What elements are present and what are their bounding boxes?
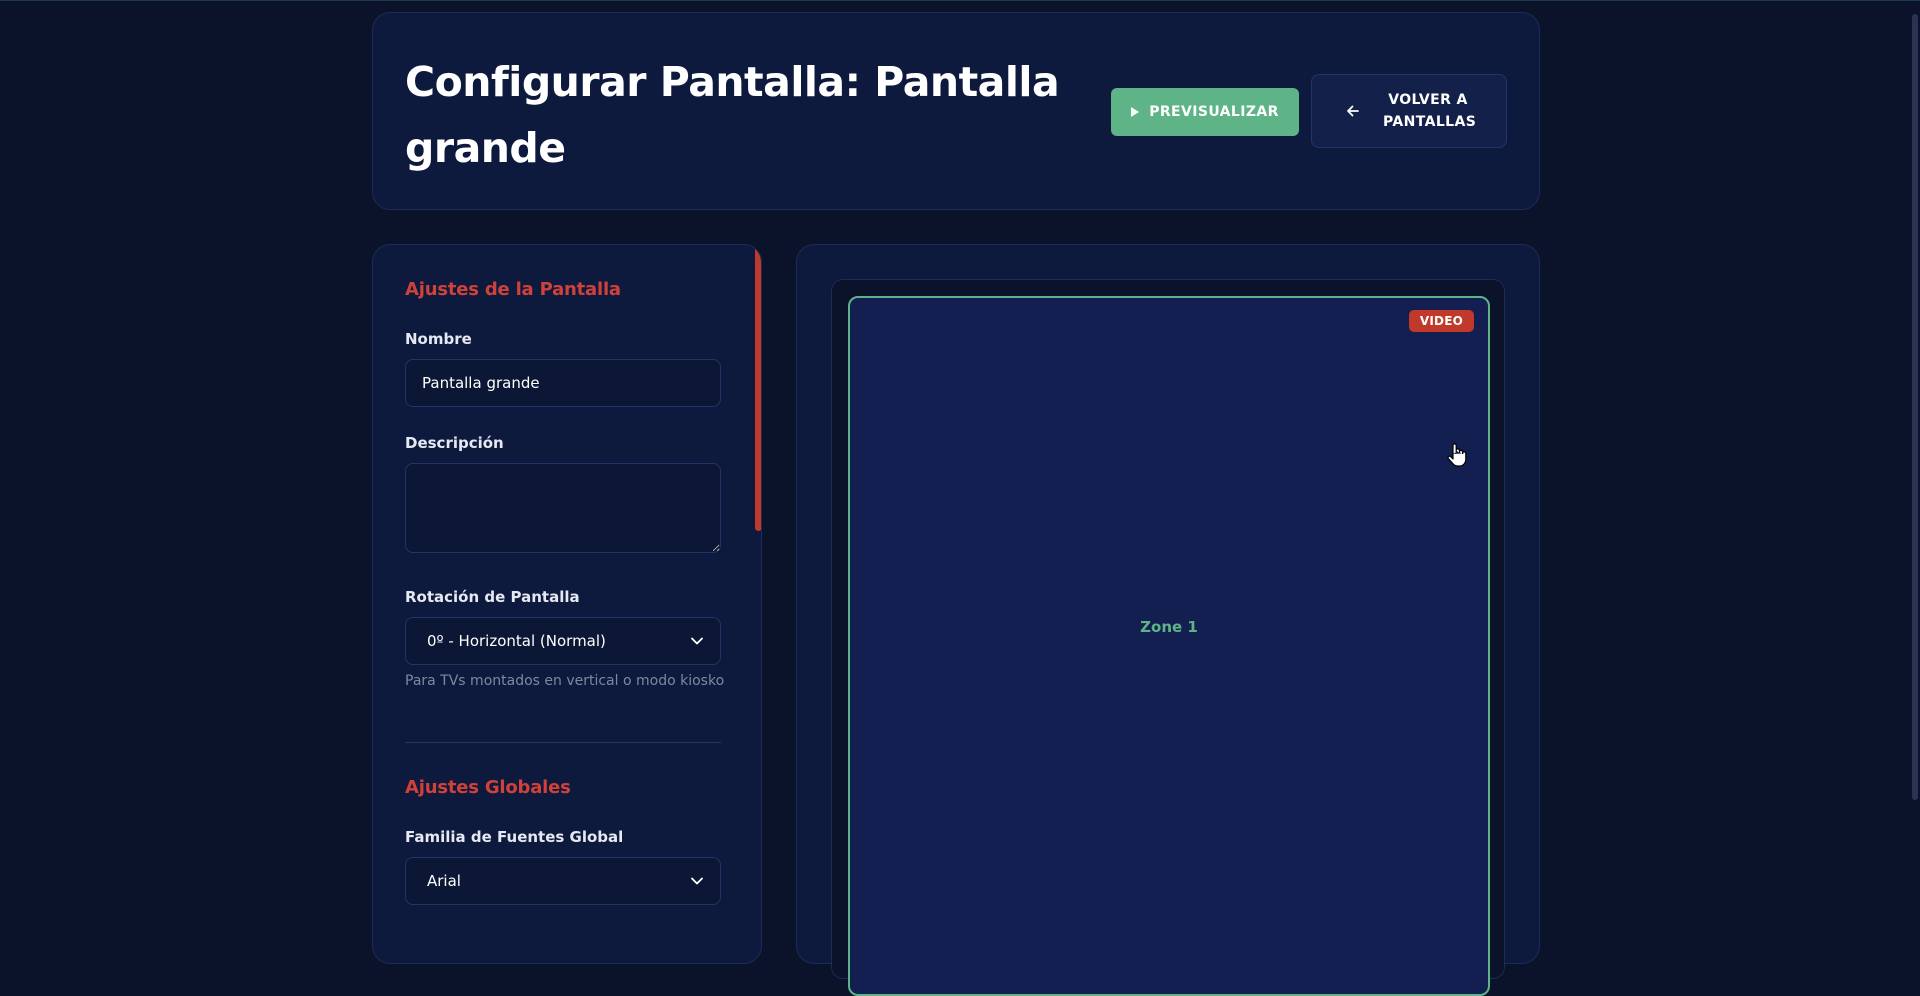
arrow-left-icon xyxy=(1347,105,1359,117)
name-label: Nombre xyxy=(405,330,472,348)
name-input[interactable] xyxy=(405,359,721,407)
rotation-select-value: 0º - Horizontal (Normal) xyxy=(427,632,606,650)
rotation-select[interactable]: 0º - Horizontal (Normal) xyxy=(405,617,721,665)
back-to-screens-button[interactable]: VOLVER A PANTALLAS xyxy=(1311,74,1507,148)
header-card: Configurar Pantalla: Pantalla grande PRE… xyxy=(372,12,1540,210)
zone-1[interactable]: VIDEO Zone 1 xyxy=(848,296,1490,996)
page-title: Configurar Pantalla: Pantalla grande xyxy=(405,58,1060,172)
preview-panel: VIDEO Zone 1 xyxy=(796,244,1540,996)
global-settings-title: Ajustes Globales xyxy=(405,777,571,798)
section-divider xyxy=(405,742,721,743)
screen-preview-frame: VIDEO Zone 1 xyxy=(831,279,1505,996)
back-button-label: VOLVER A PANTALLAS xyxy=(1383,92,1477,130)
font-family-select[interactable]: Arial xyxy=(405,857,721,905)
play-icon xyxy=(1131,107,1140,117)
settings-panel: Ajustes de la Pantalla Nombre Descripció… xyxy=(372,244,762,964)
top-border-line xyxy=(0,0,1920,1)
hand-pointer-icon xyxy=(1447,443,1467,467)
zone-type-badge: VIDEO xyxy=(1408,310,1474,332)
page-scrollbar[interactable] xyxy=(1912,14,1918,800)
settings-scrollbar-thumb[interactable] xyxy=(755,245,761,531)
zone-label: Zone 1 xyxy=(1140,618,1198,636)
rotation-help-text: Para TVs montados en vertical o modo kio… xyxy=(405,673,725,689)
preview-button[interactable]: PREVISUALIZAR xyxy=(1111,88,1299,136)
description-label: Descripción xyxy=(405,434,504,452)
chevron-down-icon xyxy=(691,637,703,645)
chevron-down-icon xyxy=(691,877,703,885)
preview-button-label: PREVISUALIZAR xyxy=(1149,104,1279,120)
screen-settings-title: Ajustes de la Pantalla xyxy=(405,279,621,300)
font-family-select-value: Arial xyxy=(427,872,461,890)
font-family-label: Familia de Fuentes Global xyxy=(405,828,624,846)
description-textarea[interactable] xyxy=(405,463,721,553)
rotation-label: Rotación de Pantalla xyxy=(405,588,580,606)
